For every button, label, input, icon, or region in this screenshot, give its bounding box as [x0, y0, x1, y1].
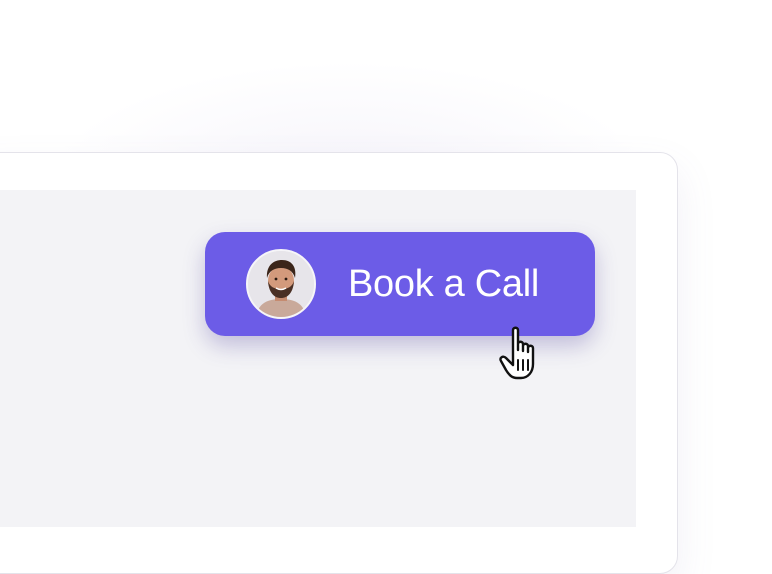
- book-a-call-button[interactable]: Book a Call: [205, 232, 595, 336]
- book-a-call-label: Book a Call: [348, 262, 540, 305]
- person-avatar-icon: [248, 251, 314, 317]
- avatar: [246, 249, 316, 319]
- hand-pointer-cursor-icon: [497, 322, 559, 384]
